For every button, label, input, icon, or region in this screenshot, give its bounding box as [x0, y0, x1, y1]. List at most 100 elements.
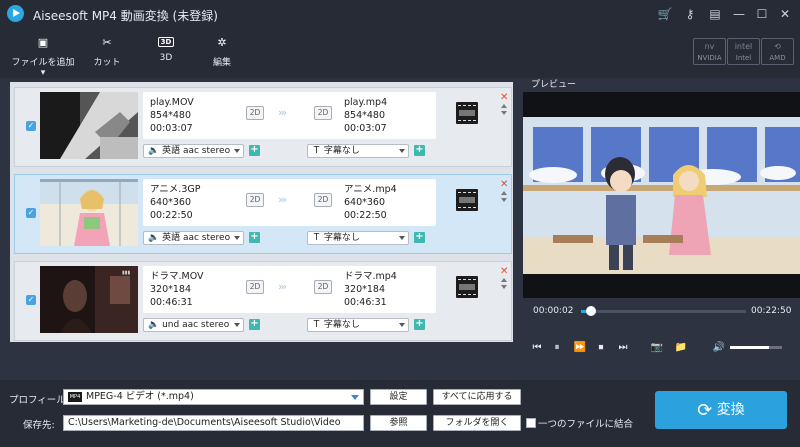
file-checkbox[interactable]: ✓ — [26, 208, 36, 218]
move-up-icon[interactable] — [501, 191, 507, 195]
key-icon[interactable]: ⚷ — [682, 6, 698, 22]
volume-icon[interactable]: 🔊 — [712, 342, 726, 353]
convert-arrows-icon: ››› — [278, 193, 287, 206]
video-thumbnail — [40, 92, 138, 159]
mpeg-format-icon: MP4 — [68, 392, 82, 402]
pause-icon[interactable]: ⏸ — [550, 342, 564, 353]
edit-button[interactable]: ✲ 編集 — [205, 6, 239, 69]
move-up-icon[interactable] — [501, 104, 507, 108]
output-resolution: 640*360 — [344, 197, 386, 208]
folder-icon[interactable]: 📁 — [674, 342, 688, 353]
text-icon: Ｔ — [312, 320, 322, 330]
skip-forward-icon[interactable]: ⏭ — [616, 342, 630, 353]
remove-file-icon[interactable]: ✕ — [500, 179, 508, 190]
seek-handle[interactable] — [585, 306, 596, 316]
apply-to-all-button[interactable]: すべてに応用する — [433, 389, 521, 405]
move-down-icon[interactable] — [501, 285, 507, 289]
convert-arrows-icon: ››› — [278, 106, 287, 119]
add-audio-button[interactable]: + — [249, 319, 260, 330]
video-thumbnail — [40, 179, 138, 246]
source-filename: play.MOV — [150, 97, 194, 108]
output-2d-badge: 2D — [314, 193, 332, 207]
volume-slider[interactable] — [730, 346, 782, 349]
add-subtitle-button[interactable]: + — [414, 319, 425, 330]
add-subtitle-button[interactable]: + — [414, 232, 425, 243]
cut-label: カット — [93, 58, 121, 68]
source-2d-badge: 2D — [246, 193, 264, 207]
move-up-icon[interactable] — [501, 278, 507, 282]
speaker-icon: 🔈 — [148, 146, 160, 156]
output-2d-badge: 2D — [314, 106, 332, 120]
fast-forward-icon[interactable]: ⏩ — [573, 342, 587, 353]
remove-file-icon[interactable]: ✕ — [500, 266, 508, 277]
output-filename[interactable]: ドラマ.mp4 — [344, 270, 397, 283]
chevron-down-icon: ▾ — [40, 68, 46, 78]
volume-slider-fill — [730, 346, 769, 349]
convert-button-label: 変換 — [716, 402, 745, 418]
text-icon: Ｔ — [312, 233, 322, 243]
output-filename[interactable]: アニメ.mp4 — [344, 183, 397, 196]
merge-checkbox[interactable] — [526, 418, 536, 428]
merge-label: 一つのファイルに結合 — [538, 419, 634, 430]
add-subtitle-button[interactable]: + — [414, 145, 425, 156]
preview-video — [523, 92, 800, 298]
output-duration: 00:03:07 — [344, 123, 387, 134]
add-audio-button[interactable]: + — [249, 232, 260, 243]
add-file-icon: ▣ — [37, 36, 49, 49]
output-2d-badge: 2D — [314, 280, 332, 294]
cart-icon[interactable]: 🛒 — [657, 6, 673, 22]
output-format-icon[interactable] — [456, 102, 478, 124]
chevron-down-icon — [399, 323, 405, 327]
move-down-icon[interactable] — [501, 198, 507, 202]
chevron-down-icon — [234, 323, 240, 327]
close-icon[interactable]: ✕ — [777, 6, 793, 22]
source-2d-badge: 2D — [246, 280, 264, 294]
profile-select[interactable]: MP4 MPEG-4 ビデオ (*.mp4) — [63, 389, 364, 405]
magic-wand-icon: ✲ — [217, 36, 227, 49]
file-checkbox[interactable]: ✓ — [26, 121, 36, 131]
destination-path-input[interactable]: C:\Users\Marketing-de\Documents\Aiseesof… — [63, 415, 364, 431]
audio-track-select[interactable]: 🔈 und aac stereo — [143, 318, 244, 332]
file-checkbox[interactable]: ✓ — [26, 295, 36, 305]
preview-header: プレビュー — [531, 80, 577, 90]
convert-button[interactable]: ⟳ 変換 — [655, 391, 787, 429]
source-duration: 00:46:31 — [150, 297, 193, 308]
output-duration: 00:46:31 — [344, 297, 387, 308]
feedback-icon[interactable]: ▤ — [707, 6, 723, 22]
nvidia-accel-badge: nv NVIDIA — [693, 38, 726, 65]
browse-button[interactable]: 参照 — [370, 415, 427, 431]
output-format-icon[interactable] — [456, 276, 478, 298]
add-audio-button[interactable]: + — [249, 145, 260, 156]
audio-track-select[interactable]: 🔈 英語 aac stereo — [143, 144, 244, 158]
minimize-icon[interactable]: — — [731, 6, 747, 22]
subtitle-select[interactable]: Ｔ 字幕なし — [307, 144, 409, 158]
remove-file-icon[interactable]: ✕ — [500, 92, 508, 103]
subtitle-select[interactable]: Ｔ 字幕なし — [307, 318, 409, 332]
profile-label: プロフィール: — [9, 395, 70, 406]
open-folder-button[interactable]: フォルダを開く — [433, 415, 521, 431]
source-resolution: 640*360 — [150, 197, 192, 208]
audio-track-select[interactable]: 🔈 英語 aac stereo — [143, 231, 244, 245]
3d-label: 3D — [159, 53, 173, 63]
skip-back-icon[interactable]: ⏮ — [530, 342, 544, 353]
source-duration: 00:03:07 — [150, 123, 193, 134]
source-2d-badge: 2D — [246, 106, 264, 120]
output-filename[interactable]: play.mp4 — [344, 96, 387, 109]
seek-bar[interactable] — [581, 310, 746, 313]
output-resolution: 320*184 — [344, 284, 386, 295]
stop-icon[interactable]: ⏹ — [594, 342, 608, 353]
video-thumbnail: ▮▮▮ — [40, 266, 138, 333]
add-file-button[interactable]: ▣ ファイルを追加 ▾ — [8, 6, 78, 79]
source-filename: アニメ.3GP — [150, 184, 201, 195]
snapshot-camera-icon[interactable]: 📷 — [650, 342, 664, 353]
cut-button[interactable]: ✂ カット — [90, 6, 124, 69]
output-format-icon[interactable] — [456, 189, 478, 211]
chevron-down-icon — [234, 149, 240, 153]
3d-button[interactable]: 3D 3D — [149, 6, 183, 63]
move-down-icon[interactable] — [501, 111, 507, 115]
svg-text:▮▮▮: ▮▮▮ — [122, 270, 131, 276]
source-resolution: 320*184 — [150, 284, 192, 295]
settings-button[interactable]: 設定 — [370, 389, 427, 405]
maximize-icon[interactable]: ☐ — [754, 6, 770, 22]
subtitle-select[interactable]: Ｔ 字幕なし — [307, 231, 409, 245]
